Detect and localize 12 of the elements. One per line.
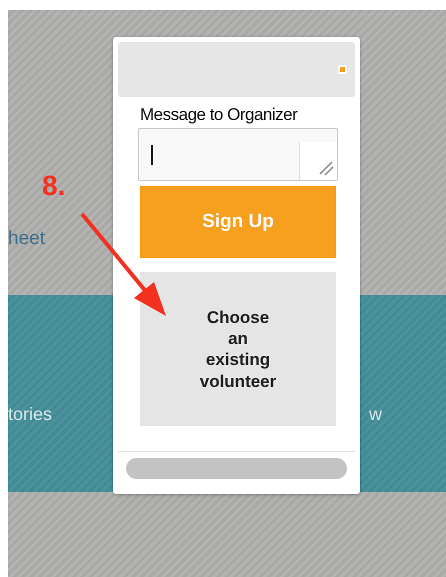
- background-text: w: [369, 405, 382, 423]
- message-field[interactable]: [138, 128, 338, 182]
- text-cursor: [151, 144, 153, 165]
- resize-grip-icon[interactable]: [299, 142, 337, 180]
- step-number: 8.: [42, 172, 66, 200]
- sign-up-button[interactable]: Sign Up: [140, 186, 336, 258]
- message-label: Message to Organizer: [140, 105, 298, 126]
- close-icon[interactable]: [338, 65, 347, 74]
- background-text: tories: [8, 405, 52, 423]
- choose-volunteer-button[interactable]: Choose an existing volunteer: [140, 272, 336, 426]
- scrollbar[interactable]: [126, 458, 347, 479]
- background-link[interactable]: heet: [8, 229, 45, 248]
